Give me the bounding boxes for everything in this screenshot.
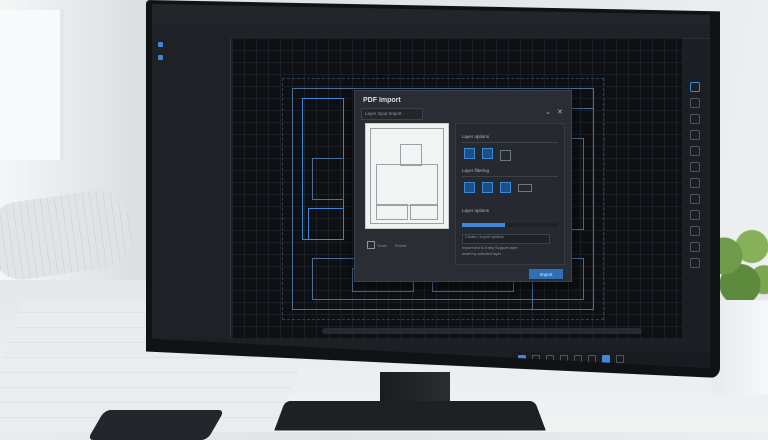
divider	[462, 176, 558, 177]
preview-room	[410, 204, 438, 220]
pdf-preview	[365, 123, 449, 229]
tree-item[interactable]	[152, 51, 230, 64]
tool-icon[interactable]	[690, 114, 700, 124]
tool-icon[interactable]	[690, 98, 700, 108]
snap-icon[interactable]	[518, 355, 526, 363]
layer-icon	[158, 55, 163, 60]
section-layer-filtering: Layer filtering	[462, 168, 490, 173]
keyboard	[87, 410, 225, 440]
divider	[462, 142, 558, 143]
layer-mode-icon[interactable]	[464, 148, 475, 159]
preview-room	[400, 144, 422, 166]
tool-icon[interactable]	[690, 178, 700, 188]
layer-icon	[158, 42, 163, 47]
cad-app-window: PDF Import Layer Input Import ⌄ ✕ Scale …	[152, 4, 710, 368]
close-icon[interactable]: ✕	[557, 108, 563, 116]
tool-icon[interactable]	[690, 242, 700, 252]
right-toolbar	[686, 64, 704, 368]
import-progress	[462, 223, 558, 227]
toolbar	[152, 24, 710, 39]
tool-icon[interactable]	[690, 258, 700, 268]
ortho-icon[interactable]	[546, 355, 554, 363]
tool-icon[interactable]	[690, 130, 700, 140]
monitor-base	[274, 400, 546, 431]
osnap-icon[interactable]	[574, 355, 582, 363]
layer-mode-icon[interactable]	[500, 150, 511, 161]
pdf-import-dialog: PDF Import Layer Input Import ⌄ ✕ Scale …	[354, 90, 572, 282]
scale-icon[interactable]	[367, 241, 375, 249]
lineweight-icon[interactable]	[588, 355, 596, 363]
import-button[interactable]: Import	[529, 269, 563, 279]
option-note: Insert by selected layer	[462, 252, 502, 256]
grid-icon[interactable]	[532, 355, 540, 363]
tool-icon[interactable]	[690, 194, 700, 204]
window	[0, 10, 64, 160]
option-note: Create | Import options	[465, 235, 504, 239]
option-note: Import text to Entry Support layer	[462, 246, 518, 250]
scale-label: Scale	[377, 243, 388, 248]
polar-icon[interactable]	[560, 355, 568, 363]
tool-icon[interactable]	[690, 210, 700, 220]
collapse-icon[interactable]: ⌄	[545, 108, 551, 116]
tool-icon[interactable]	[690, 146, 700, 156]
options-panel: Layer options Layer filtering Layer opti…	[455, 123, 565, 265]
layers-panel	[152, 38, 231, 338]
tool-icon[interactable]	[690, 226, 700, 236]
tool-icon[interactable]	[690, 162, 700, 172]
tree-item[interactable]	[152, 38, 230, 51]
plant-pot	[712, 300, 768, 395]
menubar	[152, 4, 710, 24]
dialog-subtitle: Layer Input Import	[365, 111, 402, 116]
section-layer-options: Layer options	[462, 134, 490, 139]
settings-icon[interactable]	[616, 355, 624, 363]
model-icon[interactable]	[602, 355, 610, 363]
layer-mode-icon[interactable]	[482, 148, 493, 159]
status-bar	[512, 352, 710, 366]
filter-icon[interactable]	[518, 184, 532, 192]
dialog-title: PDF Import	[363, 97, 401, 104]
filter-icon[interactable]	[500, 182, 511, 193]
section-layer-settings: Layer options	[462, 208, 490, 213]
preview-room	[376, 164, 438, 206]
filter-icon[interactable]	[482, 182, 493, 193]
progress-fill	[462, 223, 506, 227]
monitor: PDF Import Layer Input Import ⌄ ✕ Scale …	[146, 0, 720, 378]
tool-icon[interactable]	[690, 82, 700, 92]
rotate-label: Rotate	[395, 243, 407, 248]
filter-icon[interactable]	[464, 182, 475, 193]
horizontal-scrollbar[interactable]	[322, 328, 642, 334]
preview-room	[376, 204, 408, 220]
